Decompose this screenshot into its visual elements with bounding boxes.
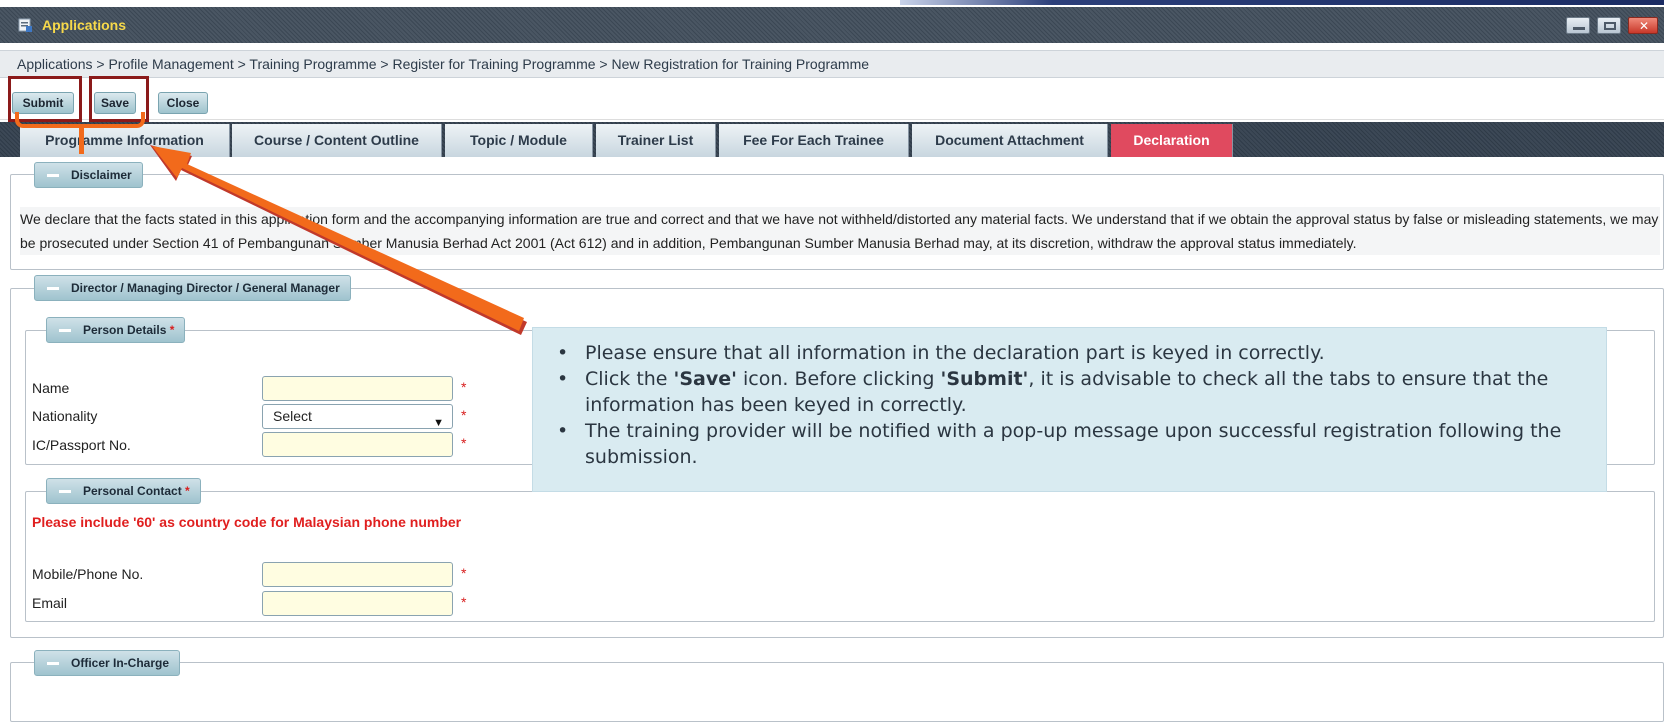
tab-bar: Programme Information Course / Content O… xyxy=(0,122,1664,157)
highlight-bracket-stem xyxy=(79,124,84,154)
close-window-icon[interactable]: ✕ xyxy=(1628,17,1658,34)
collapse-icon xyxy=(59,490,71,493)
officer-legend-label: Officer In-Charge xyxy=(71,656,170,670)
disclaimer-legend-label: Disclaimer xyxy=(71,168,132,182)
tab-document-attachment[interactable]: Document Attachment xyxy=(912,124,1108,157)
tab-programme-information[interactable]: Programme Information xyxy=(20,124,230,157)
minimize-icon[interactable] xyxy=(1566,17,1590,34)
close-button[interactable]: Close xyxy=(158,92,208,114)
email-field[interactable] xyxy=(262,591,453,616)
nationality-selected-value: Select xyxy=(273,408,312,424)
name-field[interactable] xyxy=(262,376,453,401)
country-code-note: Please include '60' as country code for … xyxy=(32,514,462,530)
required-mark: * xyxy=(461,565,467,581)
callout-item-3: The training provider will be notified w… xyxy=(557,418,1606,470)
name-label: Name xyxy=(32,380,70,396)
window-titlebar: Applications ✕ xyxy=(0,7,1664,43)
collapse-icon xyxy=(47,174,59,177)
collapse-icon xyxy=(59,329,71,332)
collapse-icon xyxy=(47,287,59,290)
required-mark: * xyxy=(169,323,175,337)
personal-contact-legend[interactable]: Personal Contact * xyxy=(46,478,201,504)
nationality-select[interactable]: Select ▼ xyxy=(262,404,453,429)
person-details-legend[interactable]: Person Details * xyxy=(46,317,186,343)
ic-passport-label: IC/Passport No. xyxy=(32,437,131,453)
personal-contact-legend-label: Personal Contact xyxy=(83,484,182,498)
ic-passport-field[interactable] xyxy=(262,432,453,457)
director-legend-label: Director / Managing Director / General M… xyxy=(71,281,340,295)
window-title: Applications xyxy=(42,17,127,33)
required-mark: * xyxy=(461,594,467,610)
person-details-legend-label: Person Details xyxy=(83,323,167,337)
required-mark: * xyxy=(461,379,467,395)
top-accent-bar xyxy=(900,0,1664,5)
tab-trainer-list[interactable]: Trainer List xyxy=(596,124,716,157)
maximize-icon[interactable] xyxy=(1597,17,1621,34)
mobile-field[interactable] xyxy=(262,562,453,587)
app-icon xyxy=(18,18,32,32)
tab-fee-for-each-trainee[interactable]: Fee For Each Trainee xyxy=(719,124,909,157)
instruction-callout: Please ensure that all information in th… xyxy=(532,327,1607,492)
tab-course-content-outline[interactable]: Course / Content Outline xyxy=(232,124,442,157)
tab-declaration[interactable]: Declaration xyxy=(1111,124,1233,157)
required-mark: * xyxy=(461,435,467,451)
collapse-icon xyxy=(47,662,59,665)
email-label: Email xyxy=(32,595,68,611)
required-mark: * xyxy=(185,484,190,498)
callout-item-1: Please ensure that all information in th… xyxy=(557,340,1606,366)
toolbar: Submit Save Close xyxy=(0,84,1664,120)
tab-topic-module[interactable]: Topic / Module xyxy=(445,124,593,157)
disclaimer-legend[interactable]: Disclaimer xyxy=(34,162,143,188)
officer-legend[interactable]: Officer In-Charge xyxy=(34,650,181,676)
disclaimer-text: We declare that the facts stated in this… xyxy=(20,207,1660,255)
nationality-label: Nationality xyxy=(32,408,98,424)
required-mark: * xyxy=(461,407,467,423)
callout-item-2: Click the 'Save' icon. Before clicking '… xyxy=(557,366,1606,418)
mobile-label: Mobile/Phone No. xyxy=(32,566,144,582)
breadcrumb: Applications > Profile Management > Trai… xyxy=(0,50,1664,78)
director-legend[interactable]: Director / Managing Director / General M… xyxy=(34,275,351,301)
officer-section xyxy=(10,662,1664,722)
